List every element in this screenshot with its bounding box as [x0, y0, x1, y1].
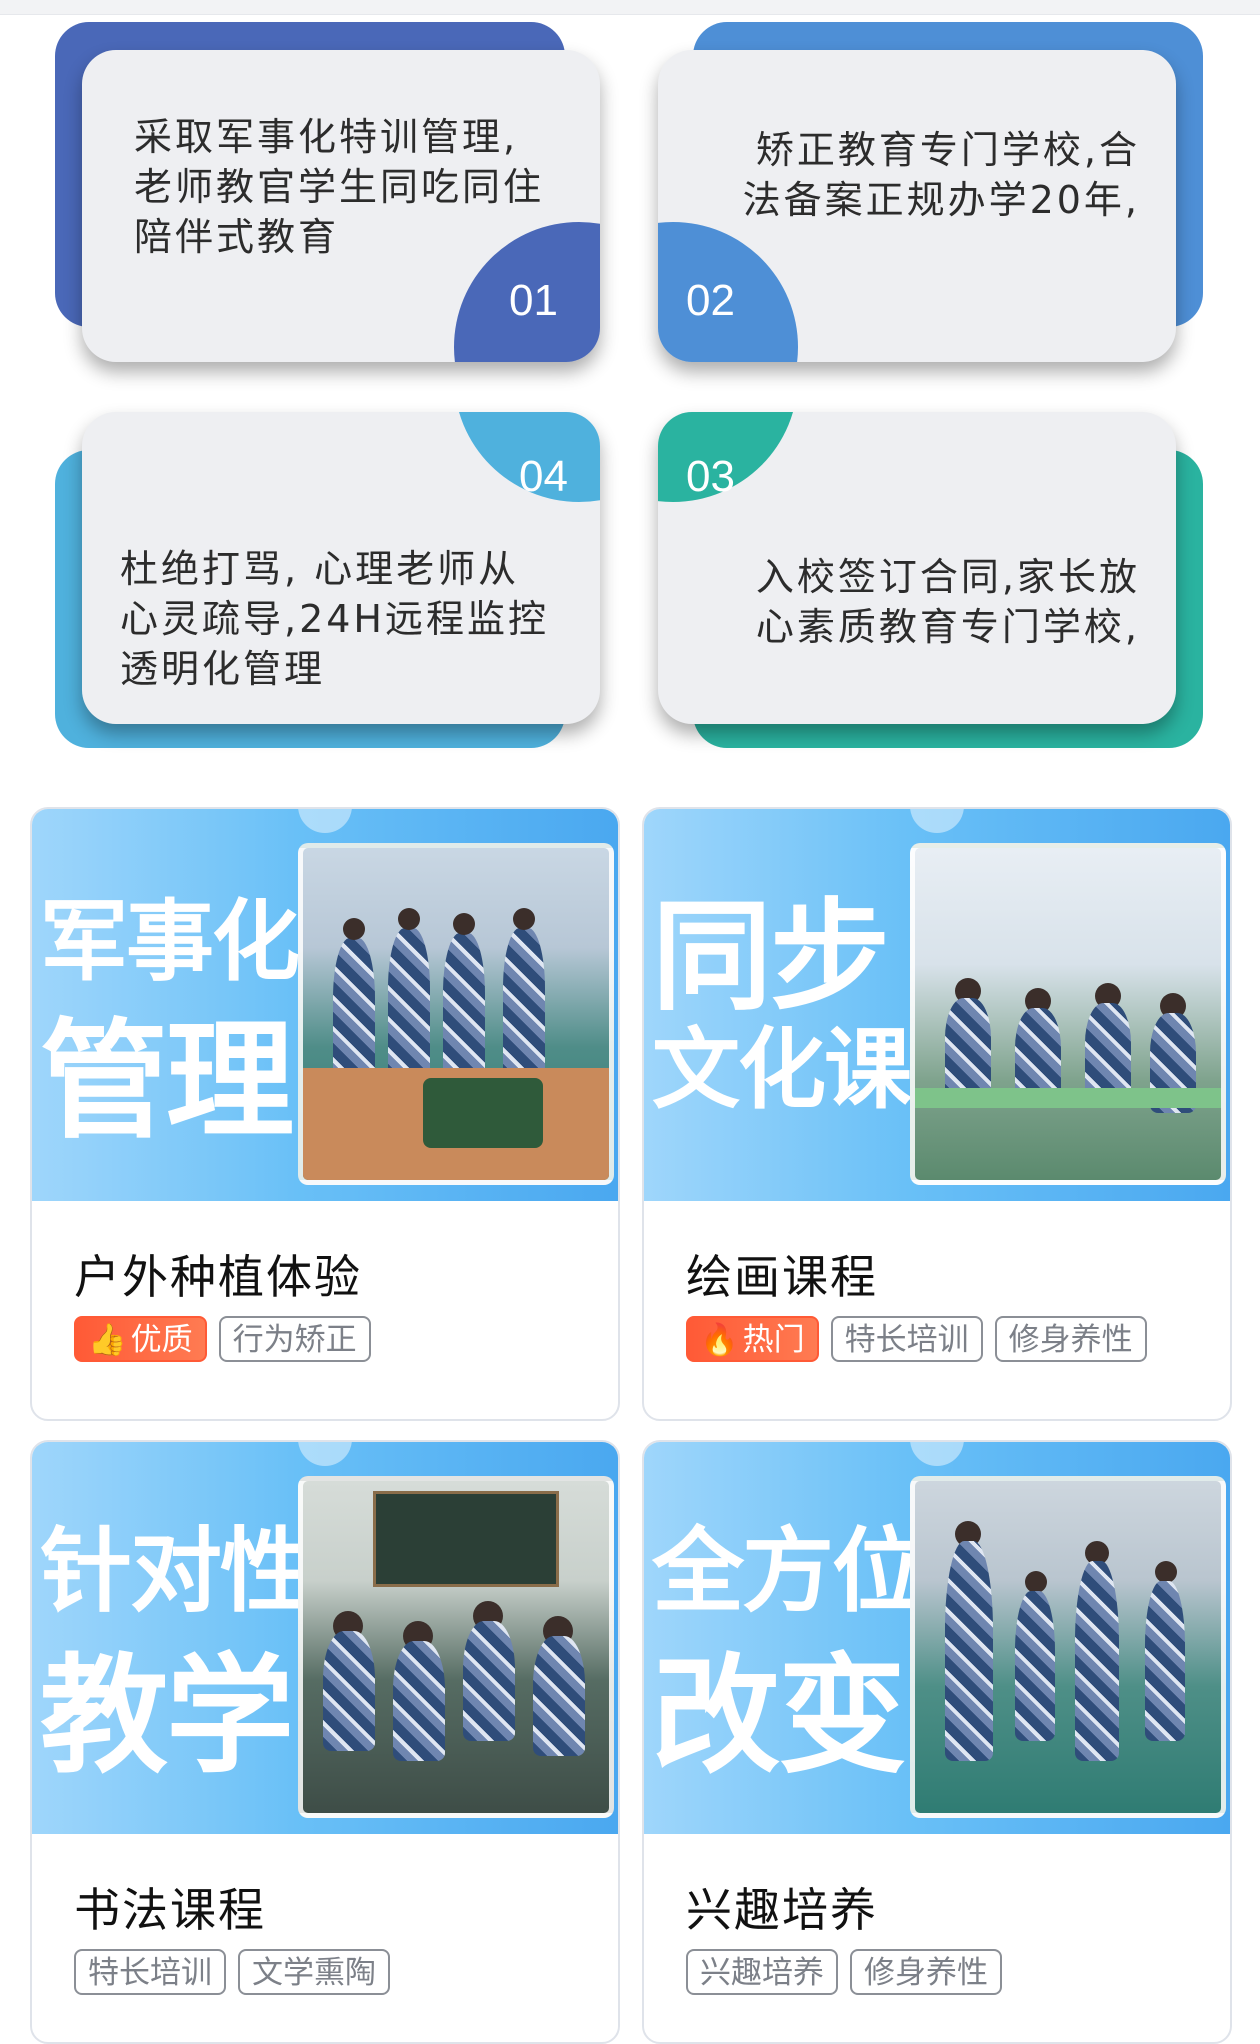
banner-notch — [298, 809, 352, 833]
feature-card-02: 矫正教育专门学校,合 法备案正规办学20年, 02 — [658, 22, 1203, 362]
course-tags: 🔥 热门 特长培训 修身养性 — [686, 1316, 1147, 1362]
feature-card-front: 03 入校签订合同,家长放 心素质教育专门学校, — [658, 412, 1176, 724]
course-title: 户外种植体验 — [74, 1250, 362, 1304]
course-banner: 军事化 管理 — [32, 809, 618, 1201]
tag: 特长培训 — [830, 1316, 983, 1362]
feature-number: 01 — [509, 276, 558, 325]
banner-text-line2: 文化课 — [652, 1018, 912, 1121]
banner-text-line2: 教学 — [40, 1642, 294, 1791]
course-title: 兴趣培养 — [686, 1883, 878, 1937]
course-title: 书法课程 — [74, 1883, 266, 1937]
course-card[interactable]: 全方位 改变 兴趣培养 兴趣培养 修身养性 — [642, 1440, 1232, 2044]
feature-number: 03 — [686, 452, 735, 501]
feature-text: 矫正教育专门学校,合 法备案正规办学20年, — [742, 128, 1140, 222]
tag: 兴趣培养 — [686, 1949, 838, 1995]
course-card[interactable]: 针对性 教学 书法课程 特长培训 文学熏陶 — [30, 1440, 620, 2044]
course-banner: 同步 文化课 — [644, 809, 1230, 1201]
banner-text-line1: 针对性 — [40, 1518, 312, 1625]
top-divider — [0, 0, 1260, 15]
banner-notch — [910, 1442, 964, 1466]
tag: 文学熏陶 — [238, 1949, 390, 1995]
tag-hot: 🔥 热门 — [686, 1316, 819, 1362]
banner-notch — [298, 1442, 352, 1466]
course-photo — [298, 843, 614, 1185]
tag: 修身养性 — [850, 1949, 1002, 1995]
feature-card-03: 03 入校签订合同,家长放 心素质教育专门学校, — [658, 412, 1203, 748]
course-photo — [910, 1476, 1226, 1818]
tag: 修身养性 — [994, 1316, 1147, 1362]
tag-quality: 👍 优质 — [74, 1316, 207, 1362]
course-banner: 针对性 教学 — [32, 1442, 618, 1834]
feature-text: 杜绝打骂, 心理老师从 心灵疏导,24H远程监控 透明化管理 — [120, 547, 550, 691]
thumbs-up-icon: 👍 — [88, 1322, 127, 1358]
course-tags: 兴趣培养 修身养性 — [686, 1949, 1002, 1995]
banner-notch — [910, 809, 964, 833]
banner-text-line2: 改变 — [652, 1642, 906, 1791]
feature-text: 入校签订合同,家长放 心素质教育专门学校, — [755, 555, 1140, 649]
feature-card-front: 采取军事化特训管理, 老师教官学生同吃同住 陪伴式教育 01 — [82, 50, 600, 362]
course-tags: 特长培训 文学熏陶 — [74, 1949, 390, 1995]
banner-text-line2: 管理 — [40, 1007, 294, 1156]
feature-number: 02 — [686, 276, 735, 325]
feature-text: 采取军事化特训管理, 老师教官学生同吃同住 陪伴式教育 — [134, 115, 545, 259]
course-card[interactable]: 同步 文化课 绘画课程 🔥 热门 特长培训 修身养性 — [642, 807, 1232, 1421]
tag: 行为矫正 — [218, 1316, 371, 1362]
course-photo — [910, 843, 1226, 1185]
feature-number: 04 — [519, 452, 568, 501]
course-photo — [298, 1476, 614, 1818]
fire-icon: 🔥 — [700, 1322, 739, 1358]
course-banner: 全方位 改变 — [644, 1442, 1230, 1834]
course-card[interactable]: 军事化 管理 户外种植体验 👍 优质 行为矫正 — [30, 807, 620, 1421]
banner-text-line1: 全方位 — [652, 1518, 924, 1625]
feature-card-01: 采取军事化特训管理, 老师教官学生同吃同住 陪伴式教育 01 — [55, 22, 600, 362]
course-title: 绘画课程 — [686, 1250, 878, 1304]
feature-card-front: 04 杜绝打骂, 心理老师从 心灵疏导,24H远程监控 透明化管理 — [82, 412, 600, 724]
course-tags: 👍 优质 行为矫正 — [74, 1316, 371, 1362]
feature-card-04: 04 杜绝打骂, 心理老师从 心灵疏导,24H远程监控 透明化管理 — [55, 412, 600, 748]
tag: 特长培训 — [74, 1949, 226, 1995]
feature-card-front: 矫正教育专门学校,合 法备案正规办学20年, 02 — [658, 50, 1176, 362]
